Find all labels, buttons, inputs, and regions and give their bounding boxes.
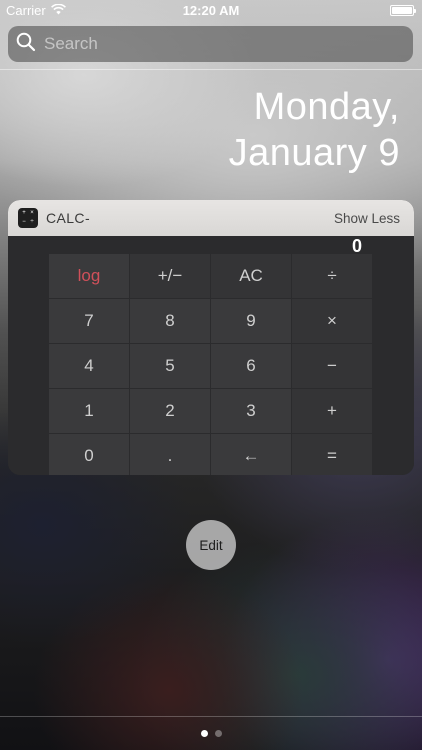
key-decimal[interactable]: . (130, 434, 210, 475)
calc-widget: + × − ÷ CALC- Show Less 0 log +/− AC ÷ 7 8 9 × 4… (8, 200, 414, 475)
widget-app-title: CALC- (46, 210, 91, 226)
key-minus[interactable]: − (292, 344, 372, 388)
date-weekday: Monday, (253, 86, 400, 128)
key-equals[interactable]: = (292, 434, 372, 475)
key-divide[interactable]: ÷ (292, 254, 372, 298)
key-6[interactable]: 6 (211, 344, 291, 388)
search-icon (16, 32, 36, 57)
page-indicator[interactable] (0, 730, 422, 737)
key-2[interactable]: 2 (130, 389, 210, 433)
bottom-divider (0, 716, 422, 717)
key-8[interactable]: 8 (130, 299, 210, 343)
key-log[interactable]: log (49, 254, 129, 298)
keypad: log +/− AC ÷ 7 8 9 × 4 5 6− 1 2 3 +0. ← = (49, 254, 373, 475)
key-9[interactable]: 9 (211, 299, 291, 343)
key-5[interactable]: 5 (130, 344, 210, 388)
key-3[interactable]: 3 (211, 389, 291, 433)
show-less-button[interactable]: Show Less (334, 211, 400, 226)
key-0[interactable]: 0 (49, 434, 129, 475)
key-plus[interactable]: + (292, 389, 372, 433)
status-bar: Carrier 12:20 AM (0, 0, 422, 22)
key-ac[interactable]: AC (211, 254, 291, 298)
key-backspace[interactable]: ← (211, 434, 291, 475)
page-dot[interactable] (214, 730, 222, 737)
divider (0, 69, 422, 70)
key-7[interactable]: 7 (49, 299, 129, 343)
key-multiply[interactable]: × (292, 299, 372, 343)
battery-icon (390, 5, 416, 16)
widget-body: 0 log +/− AC ÷ 7 8 9 × 4 5 6− 1 2 3 +0. ← = (8, 236, 414, 475)
search-input[interactable]: Search (44, 34, 98, 54)
widget-header: + × − ÷ CALC- Show Less (8, 200, 414, 236)
date-day: January 9 (228, 132, 400, 174)
search-bar[interactable]: Search (8, 26, 413, 62)
clock: 12:20 AM (182, 3, 240, 18)
key-1[interactable]: 1 (49, 389, 129, 433)
page-dot[interactable] (200, 730, 208, 737)
calculator-app-icon: + × − ÷ (18, 208, 38, 228)
key-4[interactable]: 4 (49, 344, 129, 388)
edit-button[interactable]: Edit (186, 520, 236, 570)
key-plus-minus[interactable]: +/− (130, 254, 210, 298)
date-header: Monday, January 9 (229, 84, 400, 176)
